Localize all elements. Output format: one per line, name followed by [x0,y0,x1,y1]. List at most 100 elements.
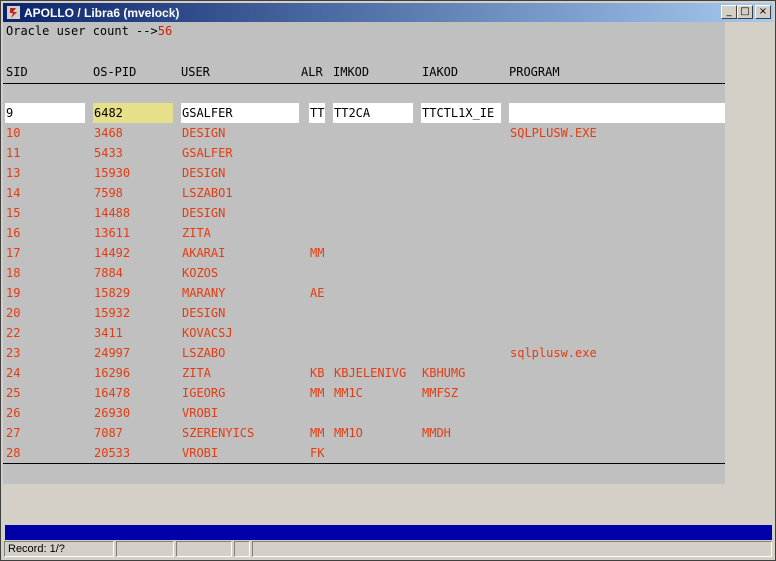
row-program-cell[interactable] [510,263,726,283]
current-row-alr-field[interactable]: TT [309,103,325,123]
current-row-program-field[interactable] [509,103,725,123]
row-iakod-cell[interactable] [422,443,502,463]
row-program-cell[interactable] [510,243,726,263]
row-alr-cell[interactable] [310,163,326,183]
row-iakod-cell[interactable] [422,403,502,423]
row-ospid-cell[interactable]: 13611 [94,223,174,243]
row-user-cell[interactable]: DESIGN [182,123,300,143]
row-ospid-cell[interactable]: 14492 [94,243,174,263]
row-ospid-cell[interactable]: 24997 [94,343,174,363]
row-ospid-cell[interactable]: 7087 [94,423,174,443]
maximize-button[interactable]: □ [737,5,753,19]
row-iakod-cell[interactable]: MMDH [422,423,502,443]
row-program-cell[interactable] [510,423,726,443]
row-sid-cell[interactable]: 10 [6,123,86,143]
row-user-cell[interactable]: SZERENYICS [182,423,300,443]
row-program-cell[interactable] [510,163,726,183]
row-iakod-cell[interactable]: MMFSZ [422,383,502,403]
row-ospid-cell[interactable]: 14488 [94,203,174,223]
current-row-sid-field[interactable]: 9 [5,103,85,123]
row-ospid-cell[interactable]: 20533 [94,443,174,463]
row-ospid-cell[interactable]: 15932 [94,303,174,323]
row-alr-cell[interactable]: MM [310,243,326,263]
row-ospid-cell[interactable]: 16296 [94,363,174,383]
row-imkod-cell[interactable] [334,403,414,423]
minimize-button[interactable]: _ [721,5,737,19]
row-iakod-cell[interactable] [422,163,502,183]
row-sid-cell[interactable]: 27 [6,423,86,443]
row-imkod-cell[interactable] [334,443,414,463]
row-imkod-cell[interactable] [334,283,414,303]
row-imkod-cell[interactable] [334,223,414,243]
row-imkod-cell[interactable] [334,123,414,143]
row-user-cell[interactable]: VROBI [182,403,300,423]
row-imkod-cell[interactable] [334,143,414,163]
current-row-iakod-field[interactable]: TTCTL1X_IE [421,103,501,123]
close-button[interactable]: × [755,5,771,19]
row-program-cell[interactable] [510,323,726,343]
row-user-cell[interactable]: ZITA [182,223,300,243]
row-program-cell[interactable] [510,363,726,383]
row-ospid-cell[interactable]: 3411 [94,323,174,343]
row-alr-cell[interactable] [310,323,326,343]
row-iakod-cell[interactable] [422,143,502,163]
row-alr-cell[interactable]: KB [310,363,326,383]
row-sid-cell[interactable]: 20 [6,303,86,323]
row-sid-cell[interactable]: 11 [6,143,86,163]
row-user-cell[interactable]: LSZABO1 [182,183,300,203]
row-alr-cell[interactable]: FK [310,443,326,463]
row-ospid-cell[interactable]: 15930 [94,163,174,183]
row-sid-cell[interactable]: 23 [6,343,86,363]
row-imkod-cell[interactable]: KBJELENIVG [334,363,414,383]
row-ospid-cell[interactable]: 26930 [94,403,174,423]
row-imkod-cell[interactable] [334,323,414,343]
row-iakod-cell[interactable] [422,283,502,303]
row-sid-cell[interactable]: 28 [6,443,86,463]
row-user-cell[interactable]: ZITA [182,363,300,383]
row-program-cell[interactable] [510,143,726,163]
row-alr-cell[interactable] [310,403,326,423]
row-iakod-cell[interactable] [422,303,502,323]
row-iakod-cell[interactable] [422,243,502,263]
row-alr-cell[interactable] [310,223,326,243]
row-user-cell[interactable]: KOVACSJ [182,323,300,343]
row-alr-cell[interactable] [310,263,326,283]
row-imkod-cell[interactable] [334,343,414,363]
row-iakod-cell[interactable] [422,203,502,223]
row-alr-cell[interactable] [310,303,326,323]
row-sid-cell[interactable]: 24 [6,363,86,383]
row-alr-cell[interactable] [310,203,326,223]
row-sid-cell[interactable]: 26 [6,403,86,423]
row-user-cell[interactable]: LSZABO [182,343,300,363]
row-program-cell[interactable] [510,283,726,303]
row-alr-cell[interactable] [310,123,326,143]
row-program-cell[interactable] [510,203,726,223]
row-alr-cell[interactable] [310,143,326,163]
row-sid-cell[interactable]: 19 [6,283,86,303]
row-sid-cell[interactable]: 25 [6,383,86,403]
row-alr-cell[interactable] [310,183,326,203]
row-user-cell[interactable]: AKARAI [182,243,300,263]
current-row-ospid-field[interactable]: 6482 [93,103,173,123]
row-ospid-cell[interactable]: 16478 [94,383,174,403]
row-sid-cell[interactable]: 15 [6,203,86,223]
row-alr-cell[interactable] [310,343,326,363]
row-sid-cell[interactable]: 14 [6,183,86,203]
row-program-cell[interactable] [510,183,726,203]
row-imkod-cell[interactable]: MM1C [334,383,414,403]
row-program-cell[interactable] [510,403,726,423]
row-ospid-cell[interactable]: 7884 [94,263,174,283]
row-imkod-cell[interactable] [334,163,414,183]
row-iakod-cell[interactable] [422,323,502,343]
row-user-cell[interactable]: MARANY [182,283,300,303]
row-sid-cell[interactable]: 13 [6,163,86,183]
row-sid-cell[interactable]: 17 [6,243,86,263]
row-user-cell[interactable]: DESIGN [182,203,300,223]
row-iakod-cell[interactable] [422,263,502,283]
row-program-cell[interactable]: SQLPLUSW.EXE [510,123,726,143]
row-program-cell[interactable] [510,443,726,463]
row-imkod-cell[interactable] [334,183,414,203]
row-sid-cell[interactable]: 16 [6,223,86,243]
row-ospid-cell[interactable]: 15829 [94,283,174,303]
row-user-cell[interactable]: KOZOS [182,263,300,283]
